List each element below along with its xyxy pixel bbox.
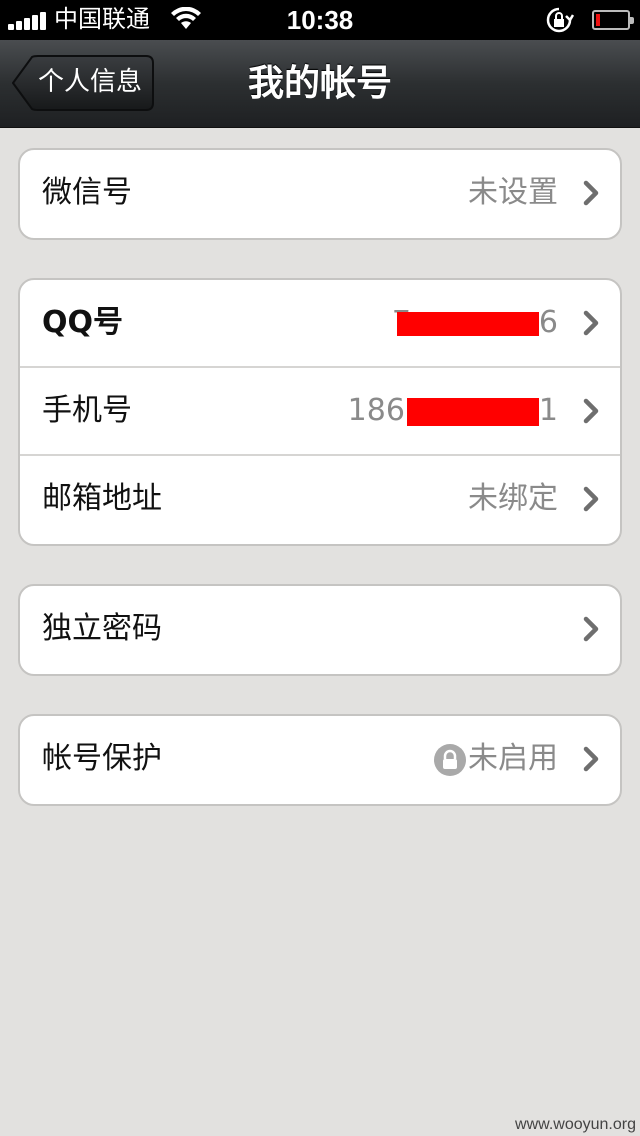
row-label: QQ号 [42, 305, 124, 340]
row-email[interactable]: 邮箱地址 未绑定 [20, 456, 620, 544]
chevron-right-icon [583, 616, 599, 642]
row-value: 186 1 [348, 368, 558, 454]
group-wechat-id: 微信号 未设置 [18, 148, 622, 240]
row-label: 帐号保护 [42, 741, 162, 776]
row-label: 邮箱地址 [42, 481, 162, 516]
group-account-protection: 帐号保护 未启用 [18, 714, 622, 806]
row-label: 微信号 [42, 175, 132, 210]
battery-icon [592, 10, 634, 30]
chevron-right-icon [583, 486, 599, 512]
group-password: 独立密码 [18, 584, 622, 676]
group-bindings: QQ号 76 手机号 1861 邮箱地址 未绑定 [18, 278, 622, 546]
row-qq[interactable]: QQ号 76 [20, 280, 620, 368]
phone-prefix: 186 [347, 393, 405, 428]
chevron-right-icon [583, 398, 599, 424]
lock-icon [434, 743, 466, 776]
navigation-bar: 个人信息 我的帐号 [0, 40, 640, 128]
row-value: 未绑定 [468, 481, 558, 516]
row-value: 未启用 [434, 716, 558, 802]
row-phone[interactable]: 手机号 186 1 [20, 368, 620, 456]
phone-suffix: 1 [538, 393, 558, 428]
row-account-protection[interactable]: 帐号保护 未启用 [20, 716, 620, 804]
row-value: 76 [392, 280, 558, 366]
row-value: 未设置 [468, 175, 558, 210]
page-title: 我的帐号 [247, 63, 392, 104]
battery-level [596, 14, 601, 26]
protection-status: 未启用 [468, 741, 558, 776]
qq-suffix: 6 [538, 305, 558, 340]
row-label: 独立密码 [42, 611, 162, 646]
watermark: www.wooyun.org [515, 1116, 636, 1133]
row-independent-password[interactable]: 独立密码 [20, 586, 620, 674]
status-bar: 中国联通 10:38 [0, 0, 640, 40]
redaction-block [406, 397, 539, 426]
row-wechat-id[interactable]: 微信号 未设置 [20, 150, 620, 238]
rotation-lock-icon [546, 7, 574, 33]
redaction-block [396, 311, 539, 336]
row-label: 手机号 [42, 393, 132, 428]
chevron-right-icon [583, 746, 599, 772]
chevron-right-icon [583, 180, 599, 206]
chevron-right-icon [583, 310, 599, 336]
